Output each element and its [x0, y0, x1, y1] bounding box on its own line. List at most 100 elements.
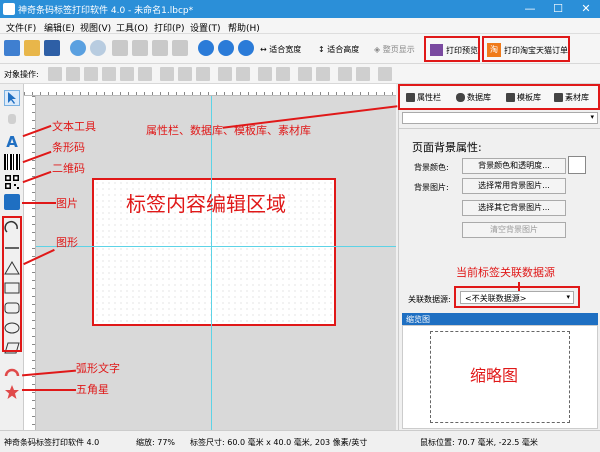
tab-templates[interactable]: 模板库	[506, 92, 541, 103]
save-icon[interactable]	[44, 40, 60, 56]
menu-file[interactable]: 文件(F)	[6, 21, 36, 34]
ungroup-icon[interactable]	[316, 67, 330, 81]
tab-properties[interactable]: 属性栏	[406, 92, 441, 103]
tab-database[interactable]: 数据库	[456, 92, 491, 103]
status-app-name: 神奇条码标签打印软件 4.0	[4, 438, 100, 447]
maximize-button[interactable]: ☐	[544, 0, 572, 18]
fit-height-button[interactable]: ↕ 适合高度	[318, 44, 359, 55]
star-tool-icon[interactable]	[4, 384, 20, 400]
menu-bar: 文件(F) 编辑(E) 视图(V) 工具(O) 打印(P) 设置(T) 帮助(H…	[0, 18, 600, 34]
menu-edit[interactable]: 编辑(E)	[44, 21, 75, 34]
copy-icon[interactable]	[132, 40, 148, 56]
image-annotation: 图片	[56, 197, 78, 210]
datasource-chevron-icon: ▾	[566, 293, 570, 301]
tab-materials[interactable]: 素材库	[554, 92, 589, 103]
bg-color-label: 背景颜色:	[414, 163, 449, 172]
menu-tools[interactable]: 工具(O)	[116, 21, 148, 34]
unlock-icon[interactable]	[356, 67, 370, 81]
align-right-icon[interactable]	[84, 67, 98, 81]
main-toolbar: ↔ 适合宽度 ↕ 适合高度 ◈ 整页显示 打印预览 淘 打印淘宝天猫订单	[0, 34, 600, 64]
object-toolbar: 对象操作:	[0, 64, 600, 84]
zoom-in-icon[interactable]	[198, 40, 214, 56]
delete-icon[interactable]	[172, 40, 188, 56]
fit-width-button[interactable]: ↔ 适合宽度	[260, 44, 301, 55]
panels-annotation: 属性栏、数据库、模板库、素材库	[146, 124, 311, 137]
same-height-icon[interactable]	[178, 67, 192, 81]
open-icon[interactable]	[24, 40, 40, 56]
group-icon[interactable]	[298, 67, 312, 81]
fit-width-label: 适合宽度	[269, 45, 302, 54]
select-tool-icon[interactable]	[4, 90, 20, 106]
panel-divider	[398, 128, 600, 129]
distribute-v-icon[interactable]	[236, 67, 250, 81]
edit-area-annotation: 标签内容编辑区域	[126, 192, 286, 216]
align-center-icon[interactable]	[66, 67, 80, 81]
qrcode-tool-icon[interactable]	[4, 174, 20, 190]
horizontal-guide	[36, 246, 396, 247]
redo-icon[interactable]	[90, 40, 106, 56]
thumbnail-header: 缩览图	[402, 313, 598, 325]
vertical-guide	[211, 96, 212, 430]
new-icon[interactable]	[4, 40, 20, 56]
arc-text-tool-icon[interactable]	[4, 364, 20, 380]
lock-icon[interactable]	[338, 67, 352, 81]
align-middle-icon[interactable]	[120, 67, 134, 81]
menu-view[interactable]: 视图(V)	[80, 21, 111, 34]
taobao-icon: 淘	[487, 43, 501, 57]
distribute-h-icon[interactable]	[218, 67, 232, 81]
zoom-out-icon[interactable]	[218, 40, 234, 56]
clear-bg-button[interactable]: 清空背景图片	[462, 222, 566, 238]
rotate-icon[interactable]	[378, 67, 392, 81]
text-tool-icon[interactable]: A	[4, 134, 20, 150]
app-icon	[3, 3, 15, 15]
print-preview-label: 打印预览	[446, 46, 478, 55]
bring-front-icon[interactable]	[258, 67, 272, 81]
full-display-button[interactable]: ◈ 整页显示	[374, 44, 415, 55]
choose-other-bg-button[interactable]: 选择其它背景图片...	[462, 200, 566, 216]
horizontal-ruler	[24, 84, 396, 96]
status-bar: 神奇条码标签打印软件 4.0 缩放: 77% 标签尺寸: 60.0 毫米 x 4…	[0, 430, 600, 452]
close-button[interactable]: ✕	[572, 0, 600, 18]
minimize-button[interactable]: —	[516, 0, 544, 18]
bg-color-button[interactable]: 背景颜色和透明度...	[462, 158, 566, 174]
bg-color-swatch[interactable]	[568, 156, 586, 174]
datasource-select-value: <不关联数据源>	[465, 294, 527, 303]
image-tool-icon[interactable]	[4, 194, 20, 210]
fit-height-label: 适合高度	[327, 45, 360, 54]
print-taobao-button[interactable]: 淘 打印淘宝天猫订单	[482, 36, 570, 62]
barcode-annotation: 条形码	[52, 141, 85, 154]
align-bottom-icon[interactable]	[138, 67, 152, 81]
align-left-icon[interactable]	[48, 67, 62, 81]
menu-settings[interactable]: 设置(T)	[190, 21, 221, 34]
text-tool-annotation: 文本工具	[52, 120, 96, 133]
tab-templates-label: 模板库	[517, 93, 541, 102]
choose-common-bg-button[interactable]: 选择常用背景图片...	[462, 178, 566, 194]
print-preview-button[interactable]: 打印预览	[424, 36, 480, 62]
tab-materials-label: 素材库	[565, 93, 589, 102]
linked-source-label: 关联数据源:	[408, 295, 451, 304]
full-display-label: 整页显示	[382, 45, 415, 54]
zoom-actual-icon[interactable]	[238, 40, 254, 56]
datasource-annotation: 当前标签关联数据源	[456, 266, 555, 279]
arrow-image	[22, 202, 56, 204]
undo-icon[interactable]	[70, 40, 86, 56]
paste-icon[interactable]	[152, 40, 168, 56]
same-width-icon[interactable]	[160, 67, 174, 81]
same-size-icon[interactable]	[196, 67, 210, 81]
print-taobao-label: 打印淘宝天猫订单	[504, 46, 568, 55]
status-zoom: 缩放: 77%	[136, 438, 176, 447]
align-top-icon[interactable]	[102, 67, 116, 81]
fit-width-icon: ↔	[260, 45, 267, 54]
bg-image-label: 背景图片:	[414, 183, 449, 192]
cut-icon[interactable]	[112, 40, 128, 56]
full-display-icon: ◈	[374, 45, 381, 54]
object-selector[interactable]: ▾	[402, 112, 598, 124]
hand-tool-icon[interactable]	[4, 110, 20, 126]
menu-help[interactable]: 帮助(H)	[228, 21, 260, 34]
datasource-select[interactable]: <不关联数据源> ▾	[460, 291, 574, 304]
star-annotation: 五角星	[76, 383, 109, 396]
barcode-tool-icon[interactable]	[4, 154, 20, 170]
page-bg-title: 页面背景属性:	[412, 141, 482, 154]
send-back-icon[interactable]	[276, 67, 290, 81]
menu-print[interactable]: 打印(P)	[154, 21, 184, 34]
